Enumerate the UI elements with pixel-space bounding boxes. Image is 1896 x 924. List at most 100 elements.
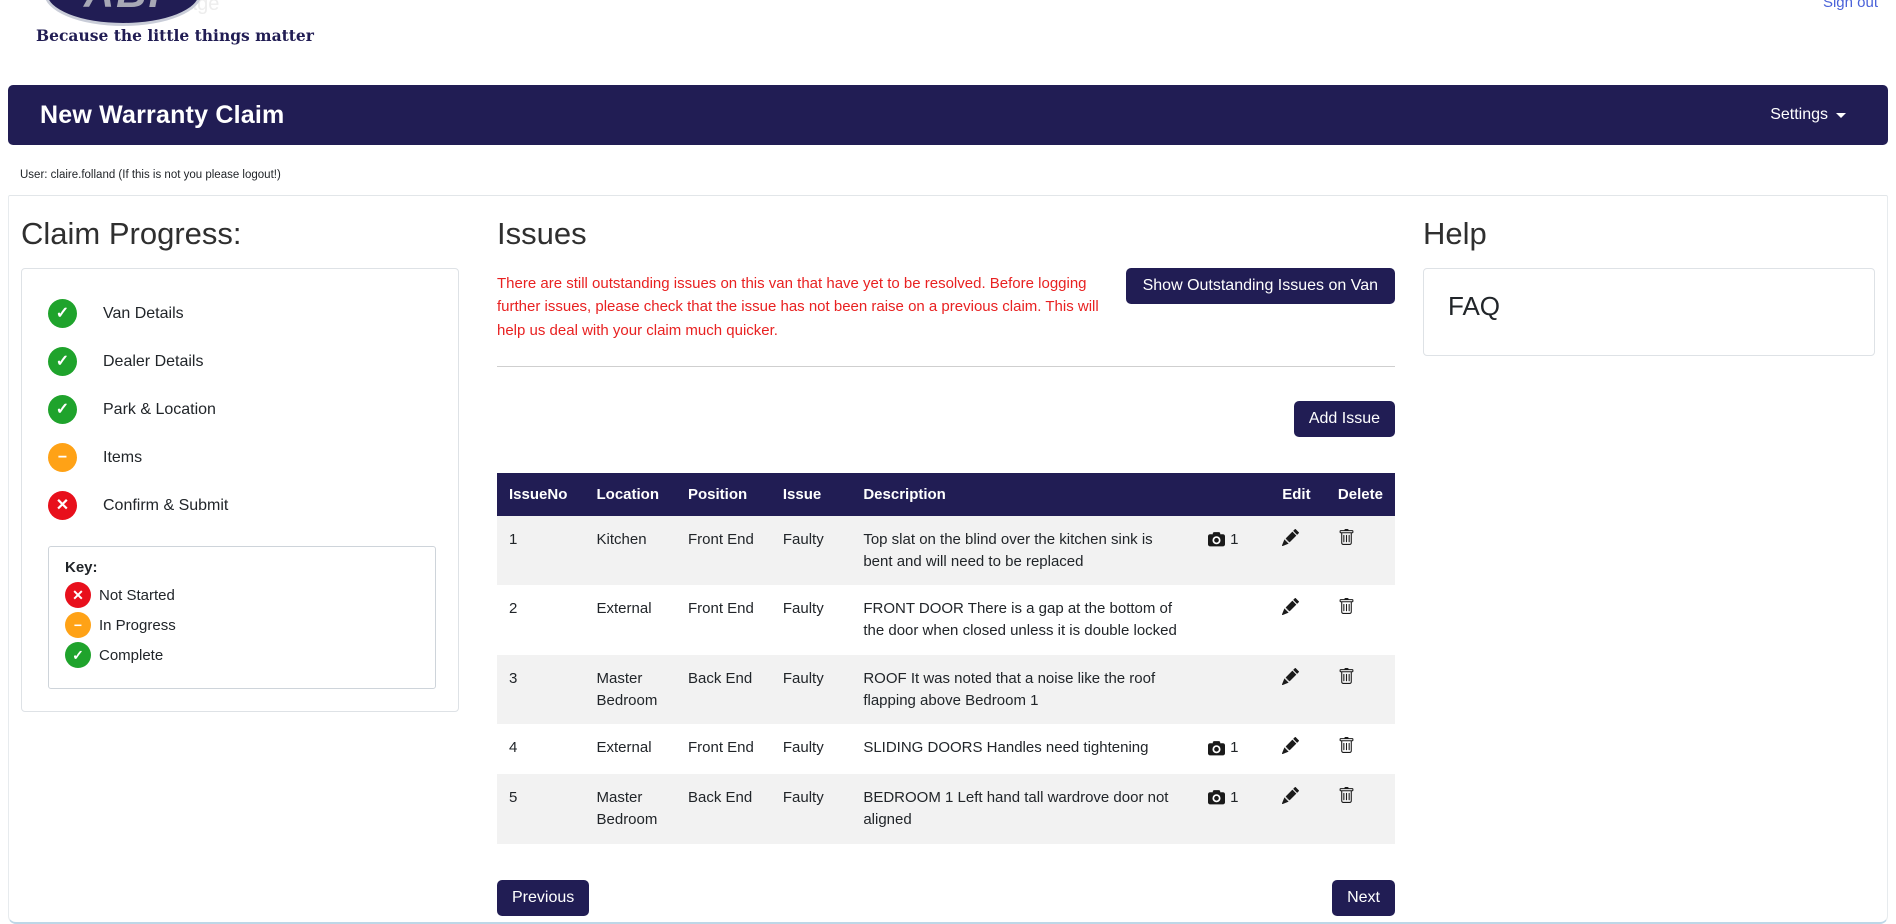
- issue-position-cell: Back End: [676, 774, 771, 844]
- abi-logo-text: ABI: [84, 0, 162, 17]
- issue-issue-no-cell: 3: [497, 655, 585, 725]
- key-heading: Key:: [65, 559, 419, 576]
- issue-description-cell: BEDROOM 1 Left hand tall wardrove door n…: [851, 774, 1196, 844]
- delete-cell: [1326, 516, 1395, 586]
- column-header: Issue: [771, 473, 851, 516]
- x-circle-icon: ✕: [65, 582, 91, 608]
- edit-cell: [1270, 724, 1326, 774]
- key-items: ✕Not Started−In Progress✓Complete: [65, 582, 419, 668]
- issue-location-cell: External: [585, 724, 677, 774]
- add-issue-row: Add Issue: [497, 401, 1395, 437]
- issue-position-cell: Front End: [676, 585, 771, 655]
- delete-cell: [1326, 774, 1395, 844]
- camera-icon: [1208, 740, 1225, 757]
- check-circle-icon: ✓: [65, 642, 91, 668]
- delete-icon[interactable]: [1338, 529, 1355, 546]
- x-circle-icon: ✕: [48, 491, 77, 520]
- progress-step-label: Confirm & Submit: [103, 497, 228, 515]
- issue-issue-no-cell: 4: [497, 724, 585, 774]
- claim-progress-card: ✓Van Details ✓ Dealer Details ✓Park & Locat…: [21, 268, 459, 712]
- issue-issue-no-cell: 5: [497, 774, 585, 844]
- column-header: Edit: [1270, 473, 1326, 516]
- issue-row: 2ExternalFront EndFaultyFRONT DOOR There…: [497, 585, 1395, 655]
- column-header: Position: [676, 473, 771, 516]
- issue-description-cell: SLIDING DOORS Handles need tightening: [851, 724, 1196, 774]
- next-button[interactable]: Next: [1332, 880, 1395, 916]
- claim-progress-panel: Claim Progress: ✓Van Details✓Dealer Deta…: [21, 212, 469, 922]
- photo-count-cell: [1196, 585, 1270, 655]
- issue-description-cell: FRONT DOOR There is a gap at the bottom …: [851, 585, 1196, 655]
- photo-count-cell: [1196, 655, 1270, 725]
- settings-label: Settings: [1770, 106, 1828, 124]
- edit-icon[interactable]: [1282, 529, 1299, 546]
- issue-row: 1KitchenFront EndFaultyTop slat on the b…: [497, 516, 1395, 586]
- progress-step: − Items: [48, 443, 458, 472]
- chevron-down-icon: [1836, 113, 1846, 118]
- issue-issue-type-cell: Faulty: [771, 585, 851, 655]
- outstanding-warning-text: There are still outstanding issues on th…: [497, 272, 1109, 342]
- delete-icon[interactable]: [1338, 737, 1355, 754]
- issue-location-cell: Master Bedroom: [585, 655, 677, 725]
- page: age ABI Because the little things matter…: [0, 0, 1896, 924]
- delete-icon[interactable]: [1338, 668, 1355, 685]
- progress-steps: ✓Van Details ✓ Dealer Details ✓Park & Locat…: [48, 299, 458, 520]
- column-header: Description: [851, 473, 1196, 516]
- issue-location-cell: Master Bedroom: [585, 774, 677, 844]
- help-panel: Help FAQ: [1423, 212, 1875, 922]
- photo-count-cell: 1: [1196, 516, 1270, 586]
- page-title: New Warranty Claim: [40, 101, 284, 130]
- issue-row: 5Master BedroomBack EndFaultyBEDROOM 1 L…: [497, 774, 1395, 844]
- delete-icon[interactable]: [1338, 598, 1355, 615]
- progress-step: ✕ Confirm & Submit: [48, 491, 458, 520]
- dash-circle-icon: −: [48, 443, 77, 472]
- dash-circle-icon: −: [65, 612, 91, 638]
- help-heading: Help: [1423, 216, 1875, 252]
- progress-step-label: Items: [103, 449, 142, 467]
- photo-count-cell: 1: [1196, 724, 1270, 774]
- issue-row: 4ExternalFront EndFaultySLIDING DOORS Ha…: [497, 724, 1395, 774]
- photo-count: 1: [1230, 787, 1238, 809]
- help-card: FAQ: [1423, 268, 1875, 356]
- brand-tagline: Because the little things matter: [36, 26, 314, 45]
- settings-dropdown[interactable]: Settings: [1770, 106, 1846, 124]
- edit-cell: [1270, 774, 1326, 844]
- progress-step: ✓Park & Location: [48, 395, 458, 424]
- section-divider: [497, 366, 1395, 367]
- issue-description-cell: Top slat on the blind over the kitchen s…: [851, 516, 1196, 586]
- column-header: [1196, 473, 1270, 516]
- camera-icon: [1208, 789, 1225, 806]
- edit-icon[interactable]: [1282, 787, 1299, 804]
- edit-icon[interactable]: [1282, 598, 1299, 615]
- issue-position-cell: Front End: [676, 516, 771, 586]
- issue-issue-no-cell: 2: [497, 585, 585, 655]
- faq-link[interactable]: FAQ: [1448, 291, 1500, 321]
- delete-cell: [1326, 585, 1395, 655]
- progress-step: ✓Van Details: [48, 299, 458, 328]
- check-circle-icon: ✓: [48, 395, 77, 424]
- progress-step-label: Dealer Details: [103, 353, 203, 371]
- delete-icon[interactable]: [1338, 787, 1355, 804]
- issue-location-cell: External: [585, 585, 677, 655]
- issue-issue-type-cell: Faulty: [771, 655, 851, 725]
- main-container: Claim Progress: ✓Van Details✓Dealer Deta…: [8, 195, 1888, 924]
- sign-out-link[interactable]: Sign out: [1823, 0, 1878, 11]
- issue-position-cell: Back End: [676, 655, 771, 725]
- key-item-label: In Progress: [99, 617, 176, 634]
- issue-description-cell: ROOF It was noted that a noise like the …: [851, 655, 1196, 725]
- issue-issue-type-cell: Faulty: [771, 774, 851, 844]
- edit-icon[interactable]: [1282, 737, 1299, 754]
- show-outstanding-issues-button[interactable]: Show Outstanding Issues on Van: [1126, 268, 1395, 304]
- issue-issue-type-cell: Faulty: [771, 724, 851, 774]
- issue-row: 3Master BedroomBack EndFaultyROOF It was…: [497, 655, 1395, 725]
- delete-cell: [1326, 724, 1395, 774]
- add-issue-button[interactable]: Add Issue: [1294, 401, 1395, 437]
- camera-icon: [1208, 531, 1225, 548]
- photo-count-cell: 1: [1196, 774, 1270, 844]
- issue-issue-type-cell: Faulty: [771, 516, 851, 586]
- brand-bar: age ABI Because the little things matter…: [0, 0, 1896, 85]
- photo-count: 1: [1230, 737, 1238, 759]
- key-item: ✕Not Started: [65, 582, 419, 608]
- previous-button[interactable]: Previous: [497, 880, 589, 916]
- issues-table: IssueNoLocationPositionIssueDescriptionE…: [497, 473, 1395, 844]
- edit-icon[interactable]: [1282, 668, 1299, 685]
